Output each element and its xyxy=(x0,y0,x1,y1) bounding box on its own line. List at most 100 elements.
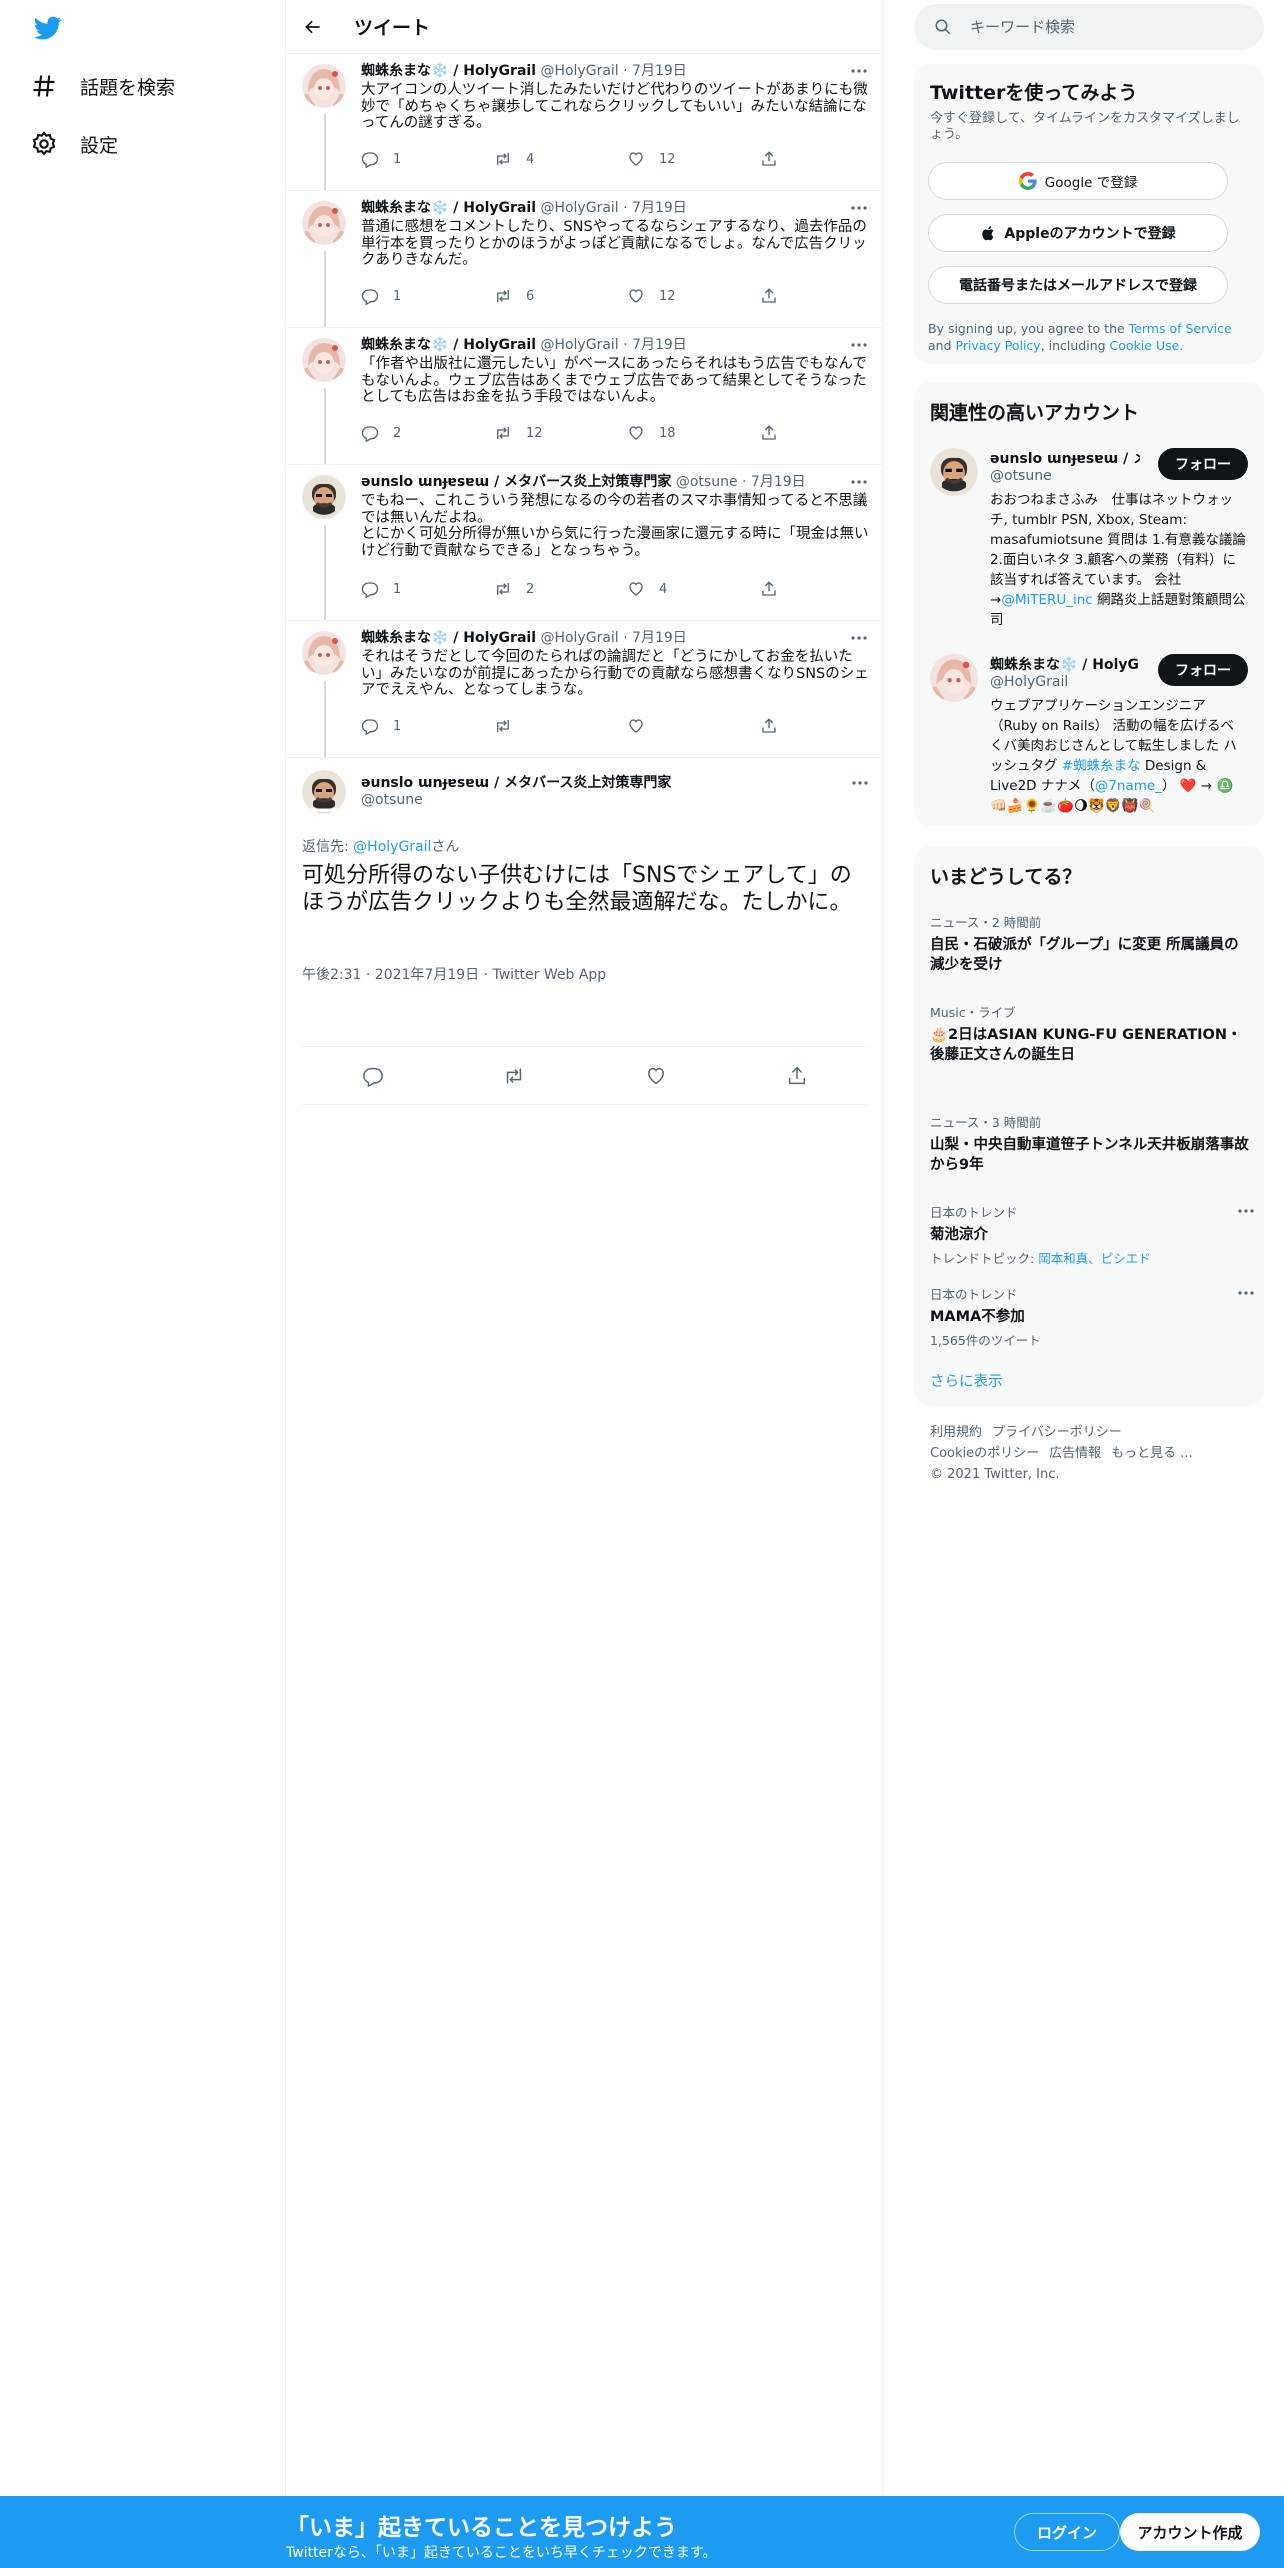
author-handle[interactable]: @HolyGrail xyxy=(540,630,618,646)
footer-ads-link[interactable]: 広告情報 xyxy=(1049,1446,1101,1461)
avatar[interactable] xyxy=(302,475,346,519)
tweet-date[interactable]: · 7月19日 xyxy=(623,630,687,646)
author-name[interactable]: 蜘蛛糸まな❄️ / HolyGrail xyxy=(361,337,536,353)
apple-signup-button[interactable]: Appleのアカウントで登録 xyxy=(928,214,1228,252)
follow-button[interactable]: フォロー xyxy=(1158,654,1248,686)
reply-count: 1 xyxy=(393,151,402,167)
search-box[interactable] xyxy=(914,4,1264,50)
tweet-timestamp[interactable]: 午後2:31 · 2021年7月19日 · Twitter Web App xyxy=(302,964,606,984)
thread-tweet[interactable]: 蜘蛛糸まな❄️ / HolyGrail @HolyGrail · 7月19日 それ… xyxy=(286,621,883,758)
nav-settings[interactable]: 設定 xyxy=(30,124,118,164)
author-handle[interactable]: @HolyGrail xyxy=(540,63,618,79)
like-button[interactable]: 18 xyxy=(627,424,760,442)
author-handle[interactable]: @otsune xyxy=(676,474,738,490)
footer-more-link[interactable]: もっと見る ... xyxy=(1111,1446,1193,1461)
signup-button[interactable]: アカウント作成 xyxy=(1120,2513,1260,2551)
like-button[interactable] xyxy=(645,1065,667,1087)
thread-tweet[interactable]: 蜘蛛糸まな❄️ / HolyGrail @HolyGrail · 7月19日 大ア… xyxy=(286,54,883,191)
footer-terms-link[interactable]: 利用規約 xyxy=(930,1425,982,1440)
tweet-date[interactable]: · 7月19日 xyxy=(742,474,806,490)
reply-button[interactable]: 1 xyxy=(361,150,494,168)
share-button[interactable] xyxy=(760,717,800,735)
like-button[interactable]: 4 xyxy=(627,580,760,598)
retweet-button[interactable]: 4 xyxy=(494,150,627,168)
tweet-date[interactable]: · 7月19日 xyxy=(623,200,687,216)
more-options-button[interactable] xyxy=(1236,1284,1256,1302)
search-input[interactable] xyxy=(970,18,1250,36)
reply-button[interactable]: 1 xyxy=(361,580,494,598)
nav-explore[interactable]: 話題を検索 xyxy=(30,66,175,106)
account-name[interactable]: ǝunslo ɯnɟɐsɐɯ / メタバース炎上対策専門家 xyxy=(990,448,1140,468)
bio-hashtag-link[interactable]: #蜘蛛糸まな xyxy=(1062,758,1141,774)
retweet-button[interactable]: 2 xyxy=(494,580,627,598)
privacy-link[interactable]: Privacy Policy xyxy=(956,338,1041,353)
thread-tweet[interactable]: ǝunslo ɯnɟɐsɐɯ / メタバース炎上対策専門家 @otsune · … xyxy=(286,465,883,621)
retweet-button[interactable] xyxy=(494,717,627,735)
author-name[interactable]: 蜘蛛糸まな❄️ / HolyGrail xyxy=(361,630,536,646)
cookie-link[interactable]: Cookie Use. xyxy=(1110,338,1184,353)
share-button[interactable] xyxy=(786,1065,808,1087)
reply-button[interactable]: 1 xyxy=(361,287,494,305)
reply-button[interactable]: 2 xyxy=(361,424,494,442)
retweet-button[interactable] xyxy=(503,1065,525,1087)
trend-title: MAMA不参加 xyxy=(930,1309,1025,1325)
avatar[interactable] xyxy=(302,631,346,675)
avatar[interactable] xyxy=(302,770,346,814)
share-button[interactable] xyxy=(760,580,800,598)
footer-privacy-link[interactable]: プライバシーポリシー xyxy=(992,1425,1122,1440)
author-name[interactable]: 蜘蛛糸まな❄️ / HolyGrail xyxy=(361,200,536,216)
tweet-date[interactable]: · 7月19日 xyxy=(623,63,687,79)
trend-item[interactable]: ニュース・2 時間前 自民・石破派が「グループ」に変更 所属議員の減少を受け xyxy=(930,912,1250,975)
trend-item[interactable]: Music・ライブ 🎂2日はASIAN KUNG-FU GENERATION・後… xyxy=(930,1002,1250,1065)
author-name[interactable]: 蜘蛛糸まな❄️ / HolyGrail xyxy=(361,63,536,79)
thread-tweet[interactable]: 蜘蛛糸まな❄️ / HolyGrail @HolyGrail · 7月19日 普通… xyxy=(286,191,883,328)
trend-item[interactable]: ニュース・3 時間前 山梨・中央自動車道笹子トンネル天井板崩落事故から9年 xyxy=(930,1112,1250,1175)
heart-icon xyxy=(627,424,659,442)
follow-button[interactable]: フォロー xyxy=(1158,448,1248,480)
share-button[interactable] xyxy=(760,150,800,168)
avatar[interactable] xyxy=(302,64,346,108)
like-button[interactable]: 12 xyxy=(627,150,760,168)
terms-link[interactable]: Terms of Service xyxy=(1129,321,1232,336)
trend-item[interactable]: 日本のトレンド MAMA不参加 1,565件のツイート xyxy=(930,1284,1254,1349)
avatar[interactable] xyxy=(930,654,978,702)
thread-tweet[interactable]: 蜘蛛糸まな❄️ / HolyGrail @HolyGrail · 7月19日 「作… xyxy=(286,328,883,465)
trend-item[interactable]: 日本のトレンド 菊池涼介 トレンドトピック: 岡本和真、ピシエド xyxy=(930,1202,1254,1267)
author-handle[interactable]: @HolyGrail xyxy=(540,337,618,353)
reply-button[interactable] xyxy=(362,1065,384,1087)
avatar[interactable] xyxy=(930,448,978,496)
more-options-button[interactable] xyxy=(1236,1202,1256,1220)
reply-button[interactable]: 1 xyxy=(361,717,494,735)
twitter-bird-icon[interactable] xyxy=(32,14,64,42)
trend-topic-links[interactable]: 岡本和真、ピシエド xyxy=(1038,1251,1151,1266)
retweet-button[interactable]: 6 xyxy=(494,287,627,305)
show-more-link[interactable]: さらに表示 xyxy=(930,1370,1003,1391)
bio-mention-link[interactable]: @7name_ xyxy=(1095,778,1162,794)
share-button[interactable] xyxy=(760,287,800,305)
bio-link[interactable]: @MiTERU_inc xyxy=(1001,592,1092,608)
author-handle[interactable]: @HolyGrail xyxy=(540,200,618,216)
like-button[interactable] xyxy=(627,717,760,735)
account-handle[interactable]: @HolyGrail xyxy=(990,674,1068,690)
tweet-date[interactable]: · 7月19日 xyxy=(623,337,687,353)
avatar[interactable] xyxy=(302,201,346,245)
share-button[interactable] xyxy=(760,424,800,442)
author-name[interactable]: ǝunslo ɯnɟɐsɐɯ / メタバース炎上対策専門家 xyxy=(361,772,671,792)
retweet-button[interactable]: 12 xyxy=(494,424,627,442)
more-options-button[interactable] xyxy=(850,774,870,792)
thread-connector xyxy=(324,388,326,464)
avatar[interactable] xyxy=(302,338,346,382)
back-button[interactable] xyxy=(296,10,330,44)
phone-email-signup-button[interactable]: 電話番号またはメールアドレスで登録 xyxy=(928,266,1228,304)
author-name[interactable]: ǝunslo ɯnɟɐsɐɯ / メタバース炎上対策専門家 xyxy=(361,474,671,490)
account-name[interactable]: 蜘蛛糸まな❄️ / HolyGrail xyxy=(990,654,1140,674)
like-button[interactable]: 12 xyxy=(627,287,760,305)
account-handle[interactable]: @otsune xyxy=(990,468,1052,484)
google-signup-button[interactable]: Google で登録 xyxy=(928,162,1228,200)
trend-context: 日本のトレンド xyxy=(930,1287,1018,1302)
footer-cookie-link[interactable]: Cookieのポリシー xyxy=(930,1446,1039,1461)
reply-icon xyxy=(361,287,393,305)
reply-to-link[interactable]: @HolyGrail xyxy=(353,839,431,855)
author-handle[interactable]: @otsune xyxy=(361,792,423,808)
login-button[interactable]: ログイン xyxy=(1014,2513,1120,2551)
